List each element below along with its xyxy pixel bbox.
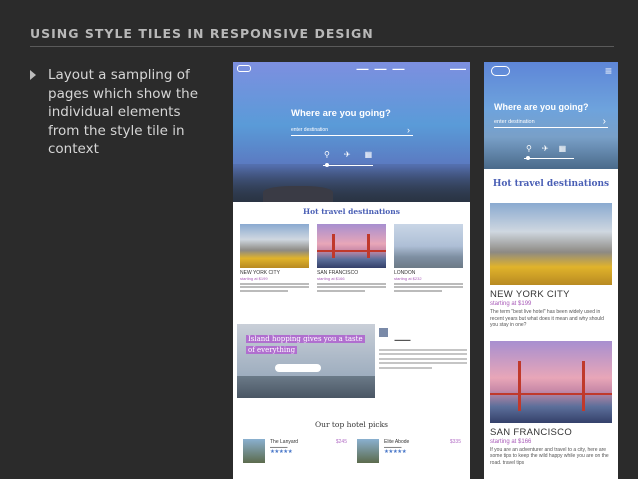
desktop-mockup: ▬▬▬ ▬▬▬ ▬▬▬ ▬▬▬▬ Where are you going? en… — [233, 62, 470, 479]
section-title: Hot travel destinations — [303, 207, 400, 216]
island-promo-label: Island hopping gives you a taste of ever… — [246, 334, 365, 356]
hotel-item[interactable]: The Lanyard ▬▬▬▬▬ ★★★★★ $245 — [243, 439, 347, 465]
section-title: Hot travel destinations — [492, 179, 610, 189]
hotel-icon[interactable]: ▦ — [365, 150, 373, 159]
island-label-line2: of everything — [246, 346, 298, 354]
hamburger-menu-icon[interactable]: ≡ — [605, 65, 612, 77]
destination-placeholder: enter destination — [291, 127, 328, 133]
destination-placeholder: enter destination — [494, 119, 535, 125]
destination-card[interactable]: NEW YORK CITY starting at $199 The term … — [484, 203, 618, 329]
hero-question: Where are you going? — [291, 108, 391, 119]
destination-cards: NEW YORK CITY starting at $199 SAN FRANC… — [233, 224, 470, 292]
card-description — [394, 282, 463, 292]
review-text — [379, 348, 467, 369]
island-label-line1: Island hopping gives you a taste — [246, 335, 365, 343]
plane-icon[interactable]: ✈ — [542, 144, 549, 153]
hotel-price: $245 — [335, 439, 347, 445]
travel-type-icons: ⚲ ✈ ▦ — [526, 144, 566, 153]
mobile-hero: ≡ Where are you going? enter destination… — [484, 62, 618, 169]
airplane — [275, 364, 321, 372]
london-image — [394, 224, 463, 268]
destination-input[interactable]: enter destination › — [494, 116, 608, 128]
travel-type-slider[interactable] — [524, 156, 574, 160]
hotel-info: Elite Abode ▬▬▬▬▬ ★★★★★ $335 — [384, 439, 461, 465]
desktop-nav: ▬▬▬ ▬▬▬ ▬▬▬ ▬▬▬▬ — [233, 62, 470, 74]
new-york-image — [240, 224, 309, 268]
nav-link[interactable]: ▬▬▬ — [357, 66, 369, 71]
arrow-right-icon[interactable]: › — [407, 124, 410, 136]
plane-icon[interactable]: ✈ — [344, 150, 351, 159]
desktop-nav-links: ▬▬▬ ▬▬▬ ▬▬▬ — [357, 66, 405, 71]
slide-title: USING STYLE TILES IN RESPONSIVE DESIGN — [30, 26, 374, 41]
hotel-price: $335 — [449, 439, 461, 445]
nav-link[interactable]: ▬▬▬ — [375, 66, 387, 71]
card-price: starting at $232 — [394, 276, 422, 281]
card-price: starting at $166 — [490, 438, 532, 445]
destination-card[interactable]: LONDON starting at $232 — [394, 224, 463, 292]
card-description — [240, 282, 309, 292]
card-description: The term "best live hotel" has been wide… — [490, 309, 604, 328]
location-pin-icon[interactable]: ⚲ — [324, 150, 330, 159]
location-pin-icon[interactable]: ⚲ — [526, 144, 532, 153]
arrow-right-icon[interactable]: › — [603, 116, 606, 128]
mobile-mockup: ≡ Where are you going? enter destination… — [484, 62, 618, 479]
airport-ground — [237, 376, 375, 398]
san-francisco-image — [490, 340, 612, 423]
san-francisco-image — [317, 224, 386, 268]
nav-link[interactable]: ▬▬▬ — [393, 66, 405, 71]
destination-card[interactable]: SAN FRANCISCO starting at $166 If you ar… — [484, 340, 618, 467]
review-snippet: ▬▬▬▬ — [379, 328, 467, 369]
travel-type-icons: ⚲ ✈ ▦ — [324, 150, 372, 159]
new-york-image — [490, 203, 612, 285]
title-divider — [30, 46, 614, 47]
hotel-image — [243, 439, 265, 463]
hotel-info: The Lanyard ▬▬▬▬▬ ★★★★★ $245 — [270, 439, 347, 465]
hotel-image — [357, 439, 379, 463]
hero-question: Where are you going? — [494, 102, 589, 112]
avatar — [379, 328, 388, 337]
card-description — [317, 282, 386, 292]
logo-icon[interactable] — [237, 64, 251, 72]
card-price: starting at $166 — [317, 276, 345, 281]
card-price: starting at $199 — [490, 301, 532, 307]
reviewer-name: ▬▬▬▬ — [394, 337, 411, 342]
destination-card[interactable]: SAN FRANCISCO starting at $166 — [317, 224, 386, 292]
card-price: starting at $199 — [240, 276, 268, 281]
card-city: NEW YORK CITY — [490, 289, 570, 300]
bullet-item: Layout a sampling of pages which show th… — [30, 66, 210, 159]
nav-account-link[interactable]: ▬▬▬▬ — [450, 66, 466, 71]
travel-type-slider[interactable] — [323, 163, 373, 167]
bullet-text: Layout a sampling of pages which show th… — [48, 67, 198, 157]
hotel-item[interactable]: Elite Abode ▬▬▬▬▬ ★★★★★ $335 — [357, 439, 461, 465]
destination-card[interactable]: NEW YORK CITY starting at $199 — [240, 224, 309, 292]
logo-icon[interactable] — [491, 66, 510, 76]
star-rating-icon: ★★★★★ — [270, 449, 293, 455]
hotels-title: Our top hotel picks — [314, 420, 389, 429]
card-city: SAN FRANCISCO — [490, 426, 573, 438]
destination-input[interactable]: enter destination › — [291, 124, 413, 136]
hotel-icon[interactable]: ▦ — [559, 144, 567, 153]
desktop-hero: ▬▬▬ ▬▬▬ ▬▬▬ ▬▬▬▬ Where are you going? en… — [233, 62, 470, 202]
star-rating-icon: ★★★★★ — [384, 449, 407, 455]
island-promo-image[interactable]: Island hopping gives you a taste of ever… — [237, 324, 375, 398]
card-description: If you are an adventurer and travel to a… — [490, 446, 609, 466]
hero-rocks — [263, 186, 333, 202]
bullet-triangle-icon — [30, 70, 36, 80]
